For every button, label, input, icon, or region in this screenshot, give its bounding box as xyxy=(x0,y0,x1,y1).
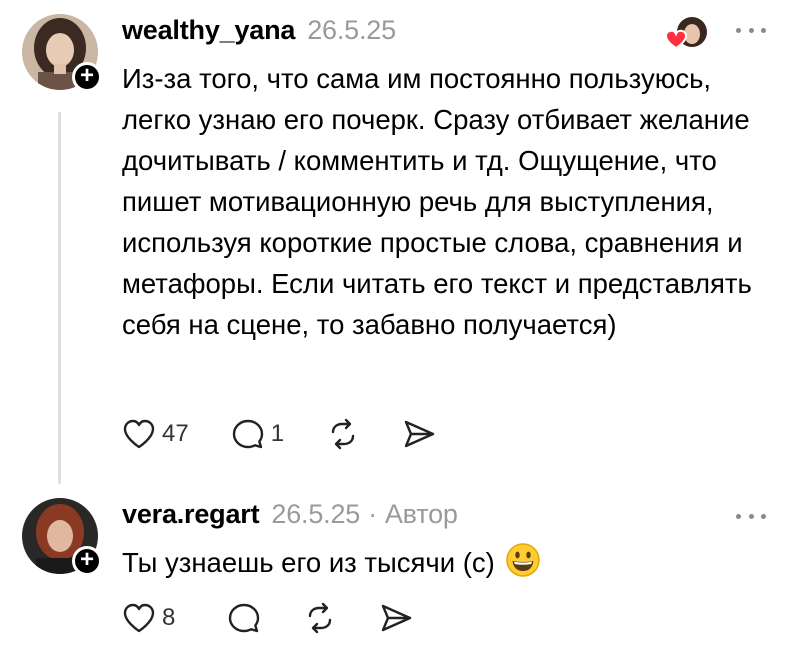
comment-2: + vera.regart 26.5.25 · Автор Ты узнаешь… xyxy=(0,490,800,657)
comment-header: wealthy_yana 26.5.25 xyxy=(122,12,396,48)
username[interactable]: wealthy_yana xyxy=(122,15,295,46)
separator: · xyxy=(368,498,377,529)
repost-button[interactable] xyxy=(303,602,337,634)
author-label: Автор xyxy=(384,498,458,529)
username[interactable]: vera.regart xyxy=(122,499,260,530)
comment-text: Ты узнаешь его из тысячи (с) xyxy=(122,542,782,589)
reply-count: 1 xyxy=(270,420,285,447)
more-options-icon[interactable] xyxy=(736,510,766,522)
follow-plus-icon[interactable]: + xyxy=(72,546,102,576)
like-button[interactable]: 47 xyxy=(122,418,189,450)
timestamp: 26.5.25 xyxy=(307,14,396,45)
share-button[interactable] xyxy=(402,418,436,450)
heart-icon xyxy=(123,419,155,449)
reply-button[interactable]: 1 xyxy=(231,418,284,450)
comment-1: + wealthy_yana 26.5.25 Из-за того, что с… xyxy=(0,0,800,490)
comment-text-content: Ты узнаешь его из тысячи (с) xyxy=(122,547,495,578)
comment-icon xyxy=(232,419,263,449)
action-bar: 8 xyxy=(122,602,455,634)
heart-icon xyxy=(123,603,155,633)
repost-button[interactable] xyxy=(326,418,360,450)
comment-header: vera.regart 26.5.25 · Автор xyxy=(122,496,458,532)
repost-icon xyxy=(309,602,332,634)
grinning-face-emoji-icon xyxy=(505,542,541,589)
repost-icon xyxy=(331,418,355,450)
author-liked-icon xyxy=(660,16,708,52)
more-options-icon[interactable] xyxy=(736,24,766,36)
follow-plus-icon[interactable]: + xyxy=(72,62,102,92)
share-button[interactable] xyxy=(379,602,413,634)
comment-text: Из-за того, что сама им постоянно пользу… xyxy=(122,63,752,340)
send-icon xyxy=(382,604,412,632)
like-count: 47 xyxy=(162,420,189,447)
thread-line xyxy=(58,112,61,484)
like-count: 8 xyxy=(162,604,176,631)
reply-button[interactable] xyxy=(227,602,261,634)
action-bar: 47 1 xyxy=(122,418,478,450)
comment-icon xyxy=(229,603,260,633)
like-button[interactable]: 8 xyxy=(122,602,175,634)
send-icon xyxy=(404,420,435,448)
timestamp: 26.5.25 xyxy=(271,498,361,529)
